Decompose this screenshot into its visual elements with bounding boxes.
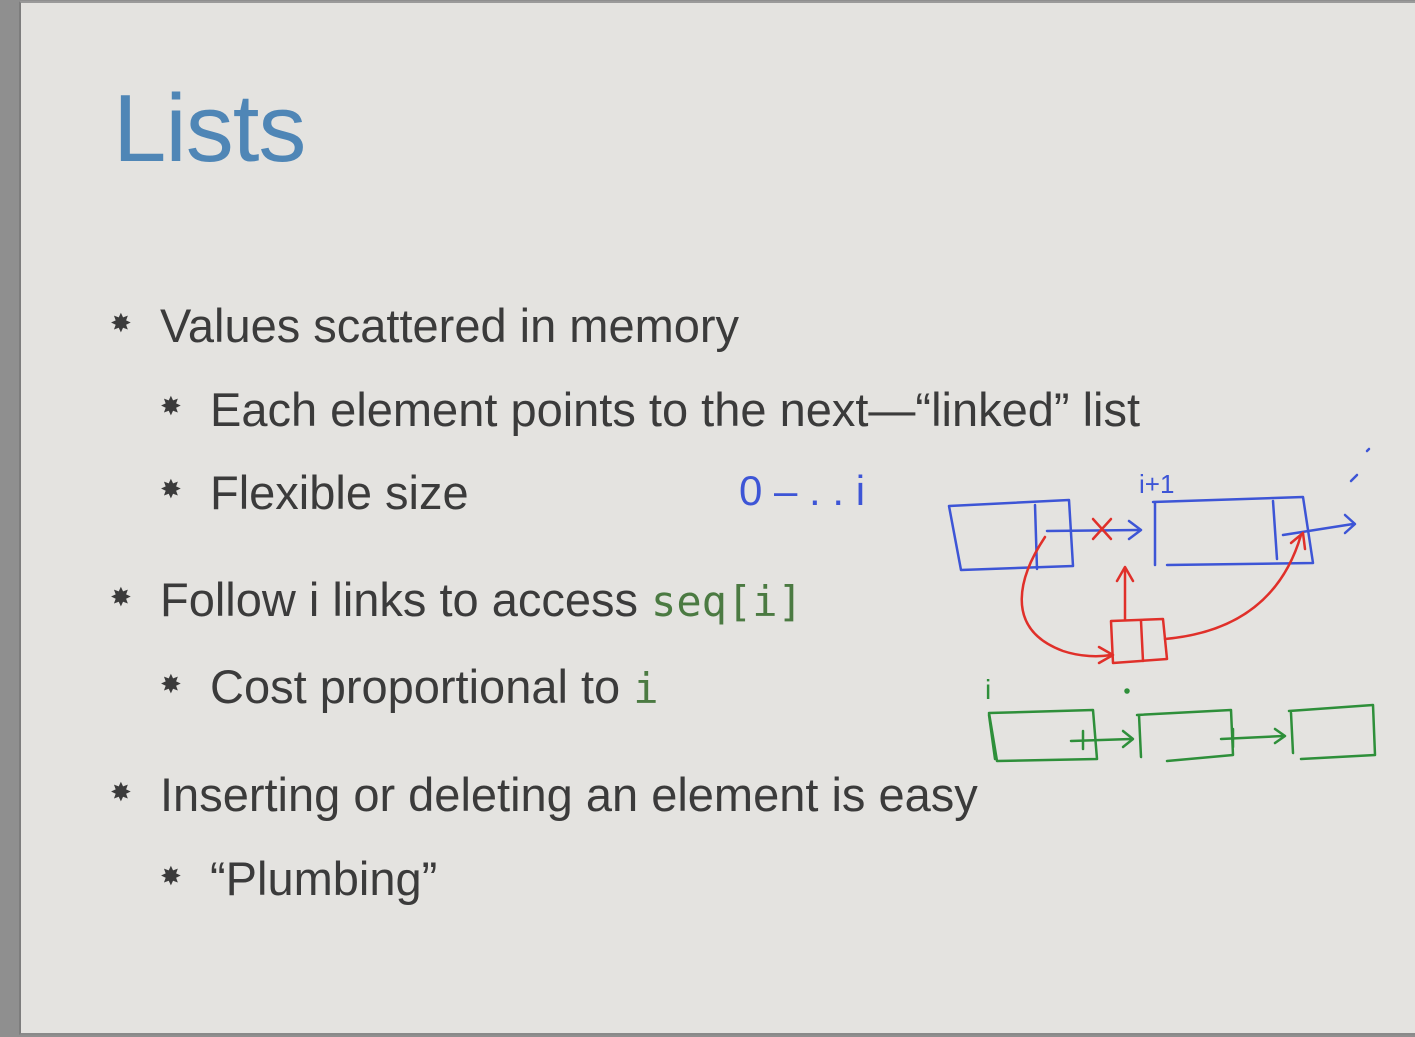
blue-arrow	[1045, 528, 1141, 533]
red-cross-mark	[1091, 517, 1113, 541]
green-list-sketch: i	[985, 674, 1377, 763]
red-arrow-in	[1020, 535, 1113, 658]
blue-node-2	[1151, 495, 1315, 567]
red-new-node	[1109, 617, 1169, 665]
green-node-2	[1135, 708, 1235, 763]
index-label: i+1	[1139, 469, 1174, 499]
blue-linked-list-sketch: 0 – . . i i+1	[739, 447, 1371, 572]
range-label: 0 – . . i	[739, 467, 865, 514]
red-insert-sketch	[1020, 517, 1307, 665]
slide: Lists ✸ Values scattered in memory ✸ Eac…	[19, 1, 1415, 1035]
blue-node-2-divider	[1271, 499, 1279, 561]
green-node-3	[1287, 703, 1377, 761]
red-arrow-out	[1163, 533, 1303, 641]
blue-node-1-divider	[1033, 503, 1039, 571]
green-index-label: i	[985, 674, 991, 705]
green-node-1	[987, 708, 1099, 763]
blue-node-1	[947, 498, 1075, 572]
handwritten-annotations: 0 – . . i i+1 i	[739, 447, 1377, 763]
